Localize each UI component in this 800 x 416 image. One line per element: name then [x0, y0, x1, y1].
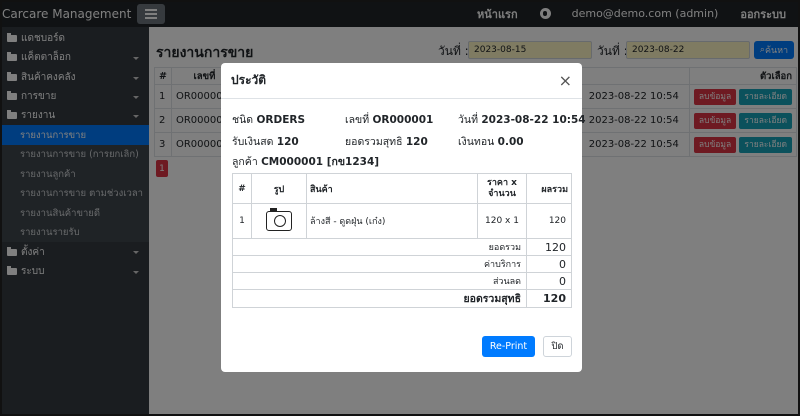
change-amount: เงินทอน 0.00 [458, 136, 524, 148]
service-charge-label: ค่าบริการ [232, 255, 527, 273]
order-items-table: # รูป สินค้า ราคา x จำนวน ผลรวม 1 ล้างสี… [232, 173, 572, 308]
subtotal-value: 120 [526, 238, 572, 256]
modal-title: ประวัติ [231, 73, 267, 87]
order-number: เลขที่ OR000001 [345, 114, 434, 126]
modal-header: ประวัติ × [221, 63, 582, 99]
item-no: 1 [232, 203, 252, 239]
order-date: วันที่ 2023-08-22 10:54 [458, 114, 586, 126]
summary-row: ยอดรวมสุทธิ 120 [232, 289, 572, 308]
item-price-qty: 120 x 1 [477, 203, 527, 239]
col-total: ผลรวม [526, 173, 572, 204]
item-total: 120 [526, 203, 572, 239]
history-modal: ประวัติ × ชนิด ORDERS เลขที่ OR000001 วั… [221, 63, 586, 372]
discount-value: 0 [526, 272, 572, 290]
service-charge-value: 0 [526, 255, 572, 273]
net-total: ยอดรวมสุทธิ 120 [345, 136, 428, 148]
summary-row: ส่วนลด 0 [232, 272, 572, 290]
col-item: สินค้า [306, 173, 478, 204]
net-total-value: 120 [526, 289, 572, 308]
close-icon[interactable]: × [559, 72, 572, 89]
subtotal-label: ยอดรวม [232, 238, 527, 256]
camera-icon [266, 208, 292, 231]
item-image [251, 203, 307, 239]
table-row: 1 ล้างสี - ดูดฝุ่น (เก๋ง) 120 x 1 120 [232, 203, 572, 239]
col-price-qty: ราคา x จำนวน [477, 173, 527, 204]
cash-received: รับเงินสด 120 [232, 136, 299, 148]
summary-row: ยอดรวม 120 [232, 238, 572, 256]
summary-row: ค่าบริการ 0 [232, 255, 572, 273]
close-button[interactable]: ปิด [543, 336, 572, 357]
col-no: # [232, 173, 252, 204]
table-header: # รูป สินค้า ราคา x จำนวน ผลรวม [232, 173, 572, 204]
net-total-label: ยอดรวมสุทธิ [232, 289, 527, 308]
customer: ลูกค้า CM000001 [กข1234] [232, 156, 380, 168]
order-type: ชนิด ORDERS [232, 114, 306, 126]
discount-label: ส่วนลด [232, 272, 527, 290]
item-name: ล้างสี - ดูดฝุ่น (เก๋ง) [306, 203, 478, 239]
col-image: รูป [251, 173, 307, 204]
reprint-button[interactable]: Re-Print [482, 336, 535, 357]
